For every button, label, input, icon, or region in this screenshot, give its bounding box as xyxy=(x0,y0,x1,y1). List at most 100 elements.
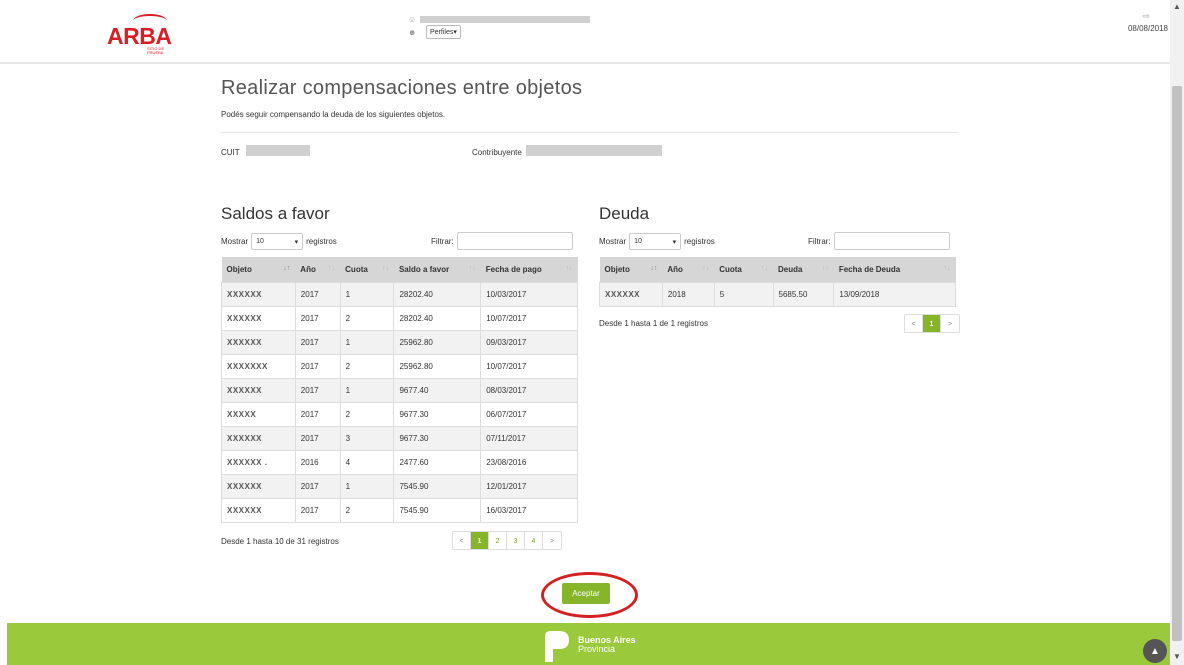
saldos-table-cell: 1 xyxy=(339,281,395,307)
saldos-length-control: Mostrar 10 ▾ registros xyxy=(221,233,337,250)
chevron-down-icon: ▾ xyxy=(672,238,677,246)
saldos-col-anio[interactable]: Año ↑↓ xyxy=(295,257,341,282)
logo-subtext: SITIO DE PRUEBA xyxy=(147,46,165,55)
saldos-table-cell: XXXXXX xyxy=(221,329,296,355)
saldos-table-cell: 2017 xyxy=(294,401,341,427)
perfiles-dropdown[interactable]: Perfiles▾ xyxy=(426,25,461,39)
saldos-table-cell: 2 xyxy=(339,353,395,379)
scroll-up-arrow-icon[interactable]: ▲ xyxy=(1173,2,1181,11)
deuda-filter: Filtrar: xyxy=(808,232,950,250)
deuda-length-select[interactable]: 10 ▾ xyxy=(629,233,682,250)
deuda-col-cuota[interactable]: Cuota ↑↓ xyxy=(714,257,773,282)
deuda-table-row: XXXXXX 2018 5 5685.50 13/09/2018 xyxy=(599,281,956,307)
saldos-table-cell: XXXXXXX xyxy=(221,353,296,379)
page: ARBA SITIO DE PRUEBA ☺ ☻ Perfiles▾ ⇨ 08/… xyxy=(0,0,1184,665)
deuda-table: Objeto ↓↑ Año ↑↓ Cuota ↑↓ Deuda ↑↓ Fecha de … xyxy=(599,257,956,307)
deuda-col-deuda[interactable]: Deuda ↑↓ xyxy=(773,257,834,282)
footer-left-edge xyxy=(0,623,7,665)
saldos-col-fecha[interactable]: Fecha de pago ↑↓ xyxy=(480,257,578,282)
saldos-table-cell: 1 xyxy=(339,377,395,403)
page-title: Realizar compensaciones entre objetos xyxy=(221,77,583,99)
saldos-table-cell: 28202.40 xyxy=(393,281,482,307)
saldos-table-row: XXXXXXX 2017 2 25962.80 10/07/2017 xyxy=(221,353,578,379)
saldos-page-button[interactable]: 1 xyxy=(471,532,489,549)
saldos-registros-label: registros xyxy=(306,237,337,246)
deuda-col-fecha[interactable]: Fecha de Deuda ↑↓ xyxy=(833,257,956,282)
saldos-table-cell: 23/08/2016 xyxy=(480,449,578,475)
deuda-length-control: Mostrar 10 ▾ registros xyxy=(599,233,715,250)
saldos-table-cell: 2017 xyxy=(294,473,341,499)
saldos-page-button[interactable]: > xyxy=(543,532,561,549)
vertical-scrollbar[interactable]: ▲ ▼ xyxy=(1170,0,1184,665)
saldos-page-button[interactable]: 4 xyxy=(525,532,543,549)
saldos-table-cell: XXXXXX xyxy=(221,425,296,451)
saldos-table-row: XXXXXX 2017 2 7545.90 16/03/2017 xyxy=(221,497,578,523)
col-label: Saldo a favor xyxy=(398,264,450,274)
deuda-col-objeto[interactable]: Objeto ↓↑ xyxy=(599,257,663,282)
arba-logo[interactable]: ARBA SITIO DE PRUEBA xyxy=(107,14,172,56)
saldos-table-cell: 2017 xyxy=(294,425,341,451)
saldos-table-row: XXXXXX 2017 3 9677.30 07/11/2017 xyxy=(221,425,578,451)
saldos-table-row: XXXXXX 2017 1 9677.40 08/03/2017 xyxy=(221,377,578,403)
saldos-table-cell: XXXXXX xyxy=(221,377,296,403)
deuda-filter-input[interactable] xyxy=(833,232,950,250)
saldos-table-cell: 2017 xyxy=(294,329,341,355)
col-label: Deuda xyxy=(778,264,803,274)
chevron-down-icon: ▾ xyxy=(294,238,299,246)
col-label: Objeto xyxy=(226,264,252,274)
deuda-col-anio[interactable]: Año ↑↓ xyxy=(662,257,715,282)
saldos-table-cell: 2477.60 xyxy=(393,449,482,475)
col-label: Fecha de Deuda xyxy=(838,264,901,274)
saldos-col-objeto[interactable]: Objeto ↓↑ xyxy=(221,257,296,282)
saldos-table-row: XXXXXX 2017 2 28202.40 10/07/2017 xyxy=(221,305,578,331)
deuda-page-button[interactable]: > xyxy=(941,315,959,332)
sort-icon: ↑↓ xyxy=(565,265,573,272)
perfiles-label: Perfiles xyxy=(430,29,454,36)
scroll-down-arrow-icon[interactable]: ▼ xyxy=(1173,652,1181,661)
saldos-table-cell: 10/07/2017 xyxy=(480,305,578,331)
accept-button[interactable]: Aceptar xyxy=(562,583,610,604)
deuda-page-button[interactable]: < xyxy=(905,315,923,332)
top-header: ARBA SITIO DE PRUEBA ☺ ☻ Perfiles▾ ⇨ 08/… xyxy=(0,0,1170,64)
current-date: 08/08/2018 xyxy=(1127,24,1168,33)
saldos-filter-input[interactable] xyxy=(456,232,573,250)
saldos-col-saldo[interactable]: Saldo a favor ↑↓ xyxy=(393,257,481,282)
page-subtitle: Podés seguir compensando la deuda de los… xyxy=(221,110,446,119)
scroll-top-button[interactable]: ▲ xyxy=(1143,639,1167,663)
deuda-page-button[interactable]: 1 xyxy=(923,315,941,332)
deuda-table-cell: 5 xyxy=(713,281,774,307)
saldos-table-row: XXXXX 2017 2 9677.30 06/07/2017 xyxy=(221,401,578,427)
sort-icon: ↑↓ xyxy=(328,265,336,272)
buenos-aires-logo-icon xyxy=(545,631,569,662)
deuda-header-row: Objeto ↓↑ Año ↑↓ Cuota ↑↓ Deuda ↑↓ Fecha de … xyxy=(599,257,956,282)
saldos-table-cell: 9677.30 xyxy=(393,425,482,451)
saldos-table-cell: 2017 xyxy=(294,497,341,523)
saldos-table-cell: XXXXXX xyxy=(221,305,296,331)
saldos-table-cell: 3 xyxy=(339,425,395,451)
saldos-mostrar-label: Mostrar xyxy=(221,237,249,246)
deuda-table-cell: 5685.50 xyxy=(772,281,835,307)
saldos-table-cell: XXXXXX . xyxy=(221,449,296,475)
saldos-table-cell: 09/03/2017 xyxy=(480,329,578,355)
saldos-col-cuota[interactable]: Cuota ↑↓ xyxy=(340,257,394,282)
sort-icon: ↑↓ xyxy=(702,265,710,272)
scroll-thumb[interactable] xyxy=(1172,86,1182,641)
saldos-table-cell: 2 xyxy=(339,305,395,331)
saldos-table-cell: 9677.40 xyxy=(393,377,482,403)
saldos-table-cell: XXXXXX xyxy=(221,497,296,523)
saldos-body: XXXXXX 2017 1 28202.40 10/03/2017 XXXXXX 2017 2… xyxy=(221,281,578,523)
saldos-table-cell: 4 xyxy=(339,449,395,475)
saldos-table-cell: 9677.30 xyxy=(393,401,482,427)
col-label: Cuota xyxy=(345,264,368,274)
saldos-page-button[interactable]: < xyxy=(453,532,471,549)
saldos-info: Desde 1 hasta 10 de 31 registros xyxy=(221,537,339,546)
saldos-page-button[interactable]: 3 xyxy=(507,532,525,549)
deuda-pagination: <1 > xyxy=(904,314,960,333)
saldos-page-button[interactable]: 2 xyxy=(489,532,507,549)
contribuyente-value-redacted xyxy=(525,145,662,156)
sort-icon: ↑↓ xyxy=(943,265,951,272)
saldos-length-select[interactable]: 10 ▾ xyxy=(251,233,304,250)
logout-icon[interactable]: ⇨ xyxy=(1128,11,1150,22)
saldos-table-cell: 25962.80 xyxy=(393,353,482,379)
deuda-body: XXXXXX 2018 5 5685.50 13/09/2018 xyxy=(599,281,956,307)
